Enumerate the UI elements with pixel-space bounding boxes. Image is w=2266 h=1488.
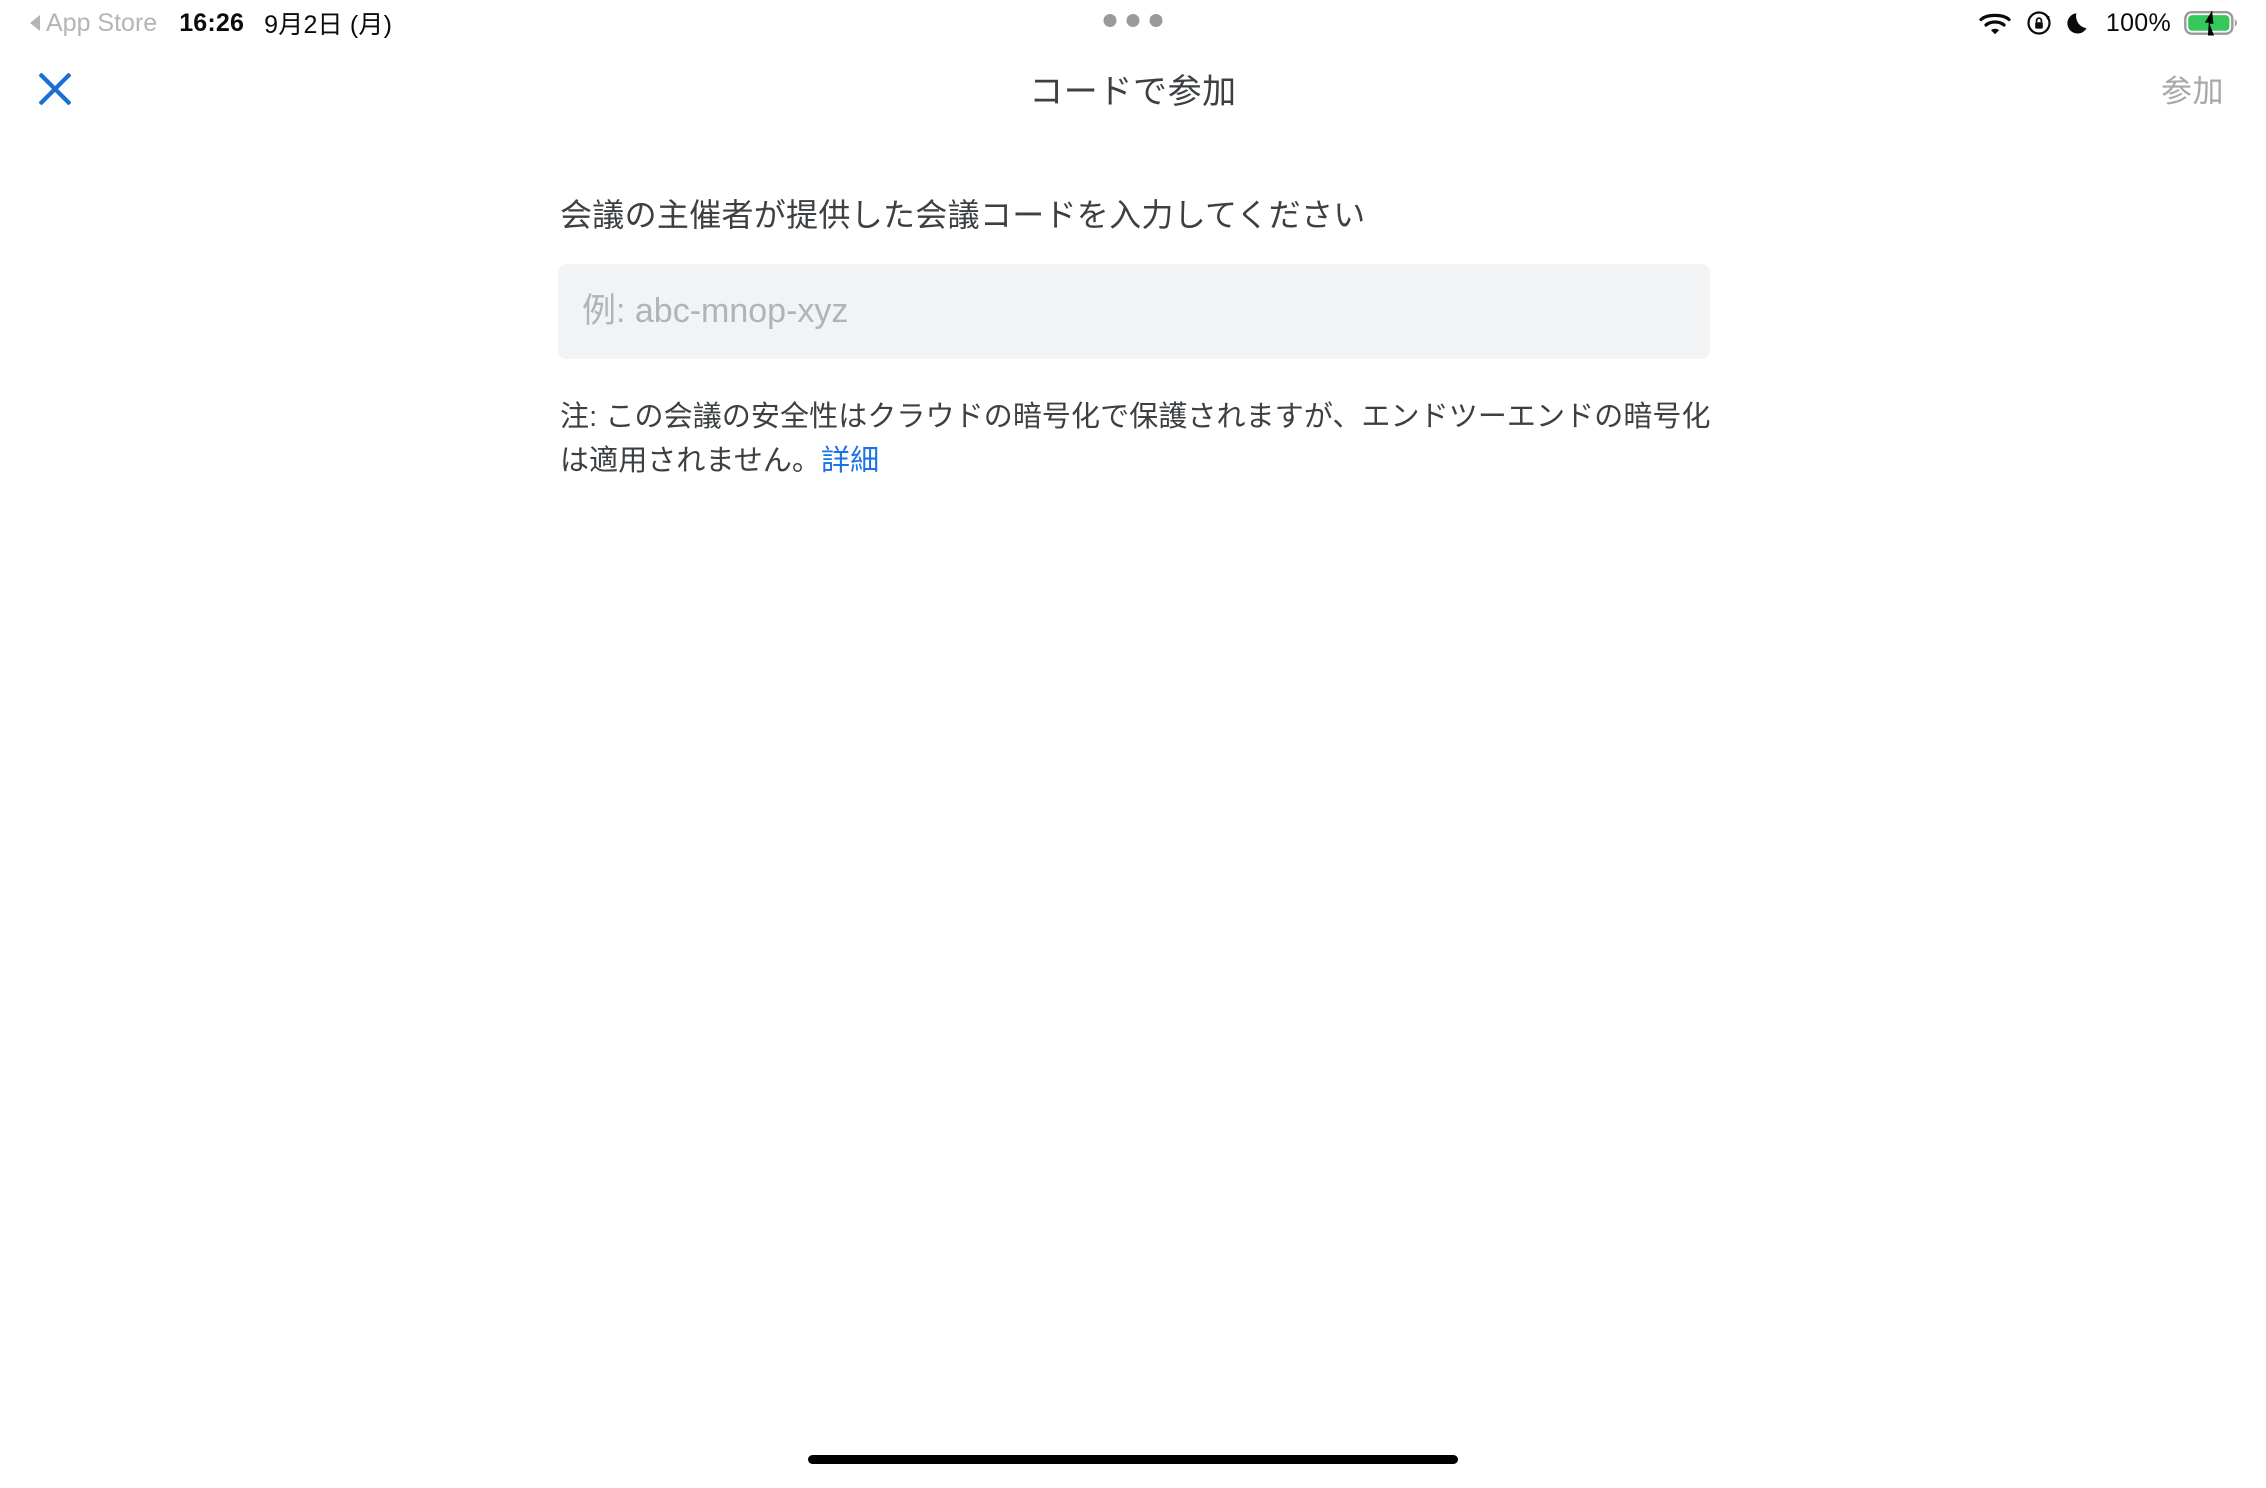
status-bar: App Store 16:26 9月2日 (月) 100% [0,0,2266,46]
status-bar-right: 100% [1978,0,2240,46]
multitask-dot [1126,14,1140,27]
back-app-label[interactable]: App Store [46,9,157,38]
battery-charging-icon [2184,9,2240,37]
wifi-icon [1978,10,2012,36]
join-button[interactable]: 参加 [2161,46,2224,130]
multitask-dots-icon[interactable] [1103,14,1163,27]
battery-percent-label: 100% [2105,8,2171,37]
page-title: コードで参加 [1029,72,1237,111]
meeting-code-input[interactable] [558,264,1710,359]
home-indicator-bar[interactable] [808,1455,1458,1464]
rotation-lock-icon [2025,9,2053,37]
encryption-note-text: 注: この会議の安全性はクラウドの暗号化で保護されますが、エンドツーエンドの暗号… [560,401,1711,477]
screen-header: コードで参加 参加 [0,46,2266,130]
encryption-note: 注: この会議の安全性はクラウドの暗号化で保護されますが、エンドツーエンドの暗号… [560,395,1735,483]
multitask-dot [1103,14,1117,27]
learn-more-link[interactable]: 詳細 [821,445,879,477]
crescent-moon-icon [2066,10,2091,36]
back-triangle-icon[interactable] [30,15,40,31]
multitask-dot [1149,14,1163,27]
status-bar-left: App Store 16:26 9月2日 (月) [30,0,392,46]
code-prompt-label: 会議の主催者が提供した会議コードを入力してください [560,197,1366,233]
status-bar-time: 16:26 [179,8,245,37]
status-bar-date: 9月2日 (月) [264,11,393,39]
